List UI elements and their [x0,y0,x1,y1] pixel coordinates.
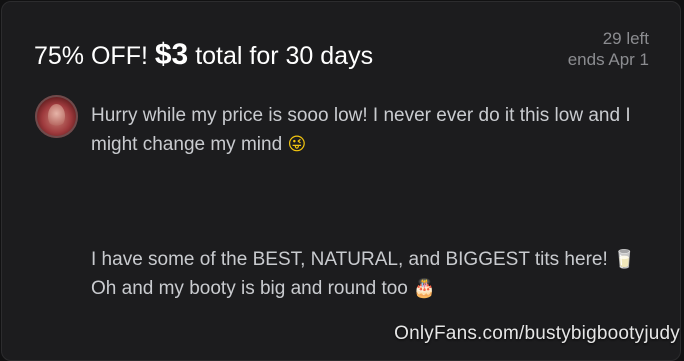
message-text-2: I have some of the BEST, NATURAL, and BI… [91,249,608,270]
promo-card: 75% OFF! $3 total for 30 days 29 left en… [1,1,681,361]
offer-price: $3 [154,38,189,71]
birthday-cake-icon: 🎂 [413,278,436,299]
winking-face-with-tongue-icon: 😜 [287,134,307,155]
remaining-count: 29 left [602,29,649,48]
message-text-3: Oh and my booty is big and round too [91,278,408,299]
offer-expiry: ends Apr 1 [567,50,649,69]
glass-of-milk-icon: 🥛 [613,249,636,270]
message-paragraph-1: Hurry while my price is sooo low! I neve… [91,101,661,159]
avatar[interactable] [35,95,78,138]
message-paragraph-2: I have some of the BEST, NATURAL, and BI… [91,245,651,303]
discount-label: 75% OFF! [34,42,148,70]
offer-headline: 75% OFF! $3 total for 30 days [34,38,373,73]
message-text-1: Hurry while my price is sooo low! I neve… [91,105,631,155]
watermark-url: OnlyFans.com/bustybigbootyjudy [394,323,680,344]
offer-meta: 29 left ends Apr 1 [568,28,649,70]
offer-terms: total for 30 days [195,42,374,70]
